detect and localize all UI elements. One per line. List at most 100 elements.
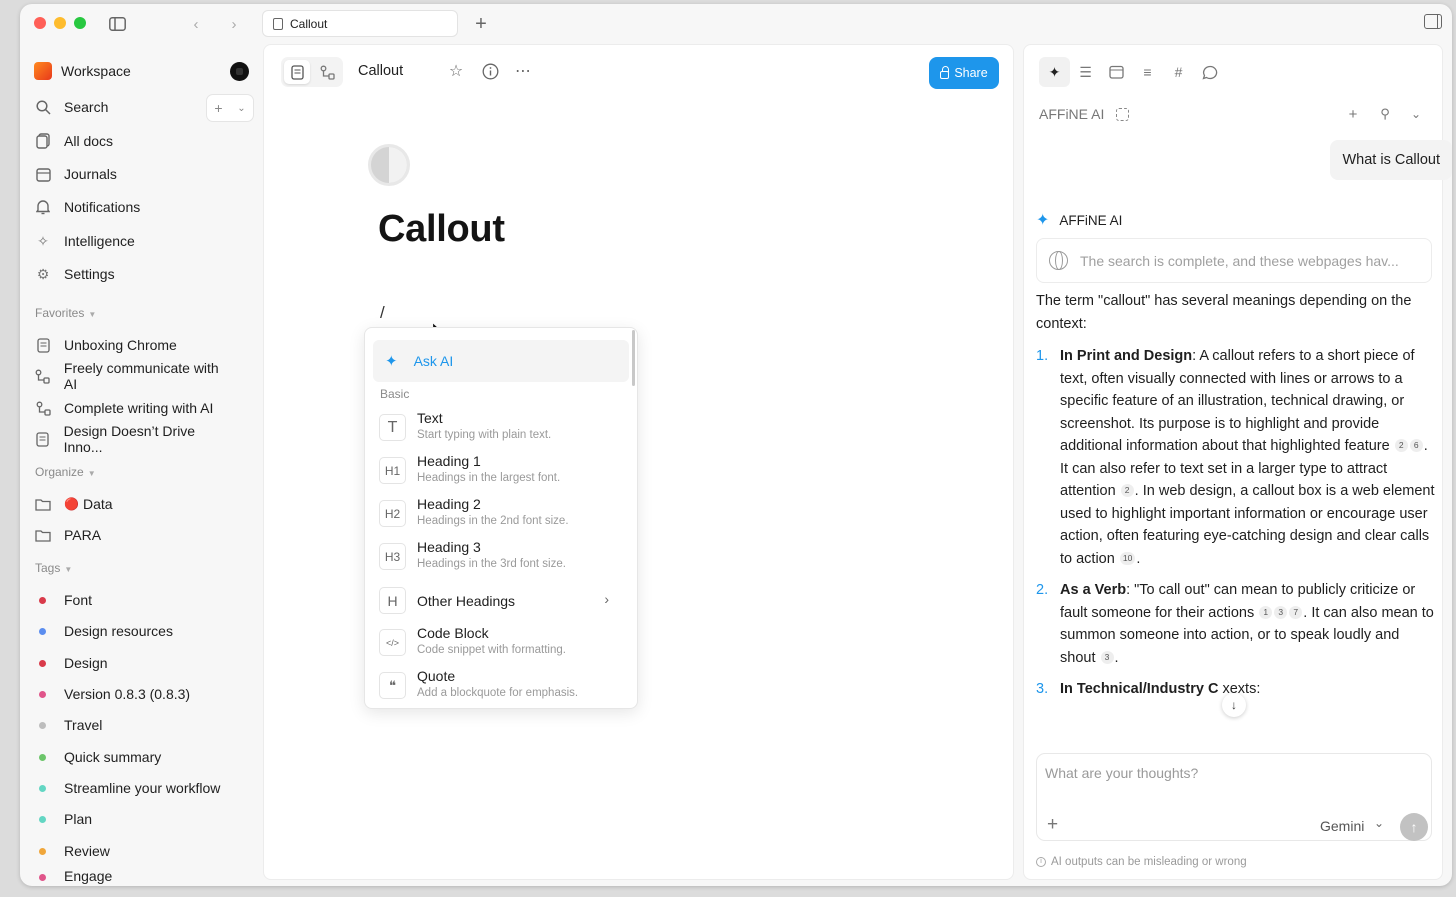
forward-arrow-icon[interactable]: › (223, 13, 245, 35)
menu-item-heading-3[interactable]: H3 Heading 3 Headings in the 3rd font si… (379, 537, 629, 577)
menu-item-code-block[interactable]: </> Code Block Code snippet with formatt… (379, 623, 629, 663)
ai-chat-tab-sparkle-icon[interactable]: ✦ (1039, 57, 1070, 87)
favorite-item[interactable]: Freely communicate with AI (34, 360, 234, 392)
citation-badge[interactable]: 3 (1100, 650, 1114, 664)
send-arrow-icon[interactable]: ↑ (1400, 813, 1428, 841)
star-icon[interactable]: ☆ (445, 60, 467, 82)
citation-badge[interactable]: 1 (1259, 605, 1273, 619)
tag-item[interactable]: Version 0.8.3 (0.8.3) (34, 680, 234, 708)
tag-item[interactable]: Review (34, 837, 234, 865)
tag-item[interactable]: Engage (34, 868, 234, 884)
menu-item-heading-1[interactable]: H1 Heading 1 Headings in the largest fon… (379, 451, 629, 491)
favorite-item[interactable]: Complete writing with AI (34, 394, 234, 422)
page-icon (290, 64, 304, 80)
list-item-text: . (1136, 550, 1141, 567)
comments-tab-chat-bubble-icon[interactable] (1194, 57, 1225, 87)
tag-item[interactable]: Quick summary (34, 743, 234, 771)
web-search-result-toggle[interactable]: The search is complete, and these webpag… (1036, 238, 1432, 283)
menu-item-text[interactable]: T Text Start typing with plain text. (379, 408, 629, 448)
info-icon[interactable] (479, 60, 501, 82)
doc-title[interactable]: Callout (378, 208, 505, 251)
sidebar-toggle-icon[interactable] (106, 13, 128, 35)
tag-item[interactable]: Plan (34, 805, 234, 833)
info-icon: i (1036, 857, 1046, 867)
pin-icon[interactable]: ⚲ (1374, 103, 1396, 125)
right-sidebar-toggle-icon[interactable] (1424, 14, 1442, 29)
citation-badge[interactable]: 6 (1409, 439, 1423, 452)
list-item-text: . In web design, a callout box is a web … (1060, 483, 1435, 567)
organize-section-label[interactable]: Organize ▼ (35, 465, 96, 479)
tags-section-label[interactable]: Tags ▼ (35, 561, 72, 575)
edgeless-icon (320, 65, 335, 80)
title-bar: ‹ › Callout + (20, 4, 1452, 44)
close-window-button[interactable] (34, 17, 46, 29)
sidebar-item-search[interactable]: Search (34, 93, 234, 121)
workspace-switcher[interactable]: Workspace (34, 58, 249, 84)
tag-color-dot (39, 874, 46, 881)
scrollbar[interactable] (632, 330, 635, 386)
favorites-section-label[interactable]: Favorites ▼ (35, 306, 96, 320)
sidebar-item-intelligence[interactable]: ✧ Intelligence (34, 227, 234, 255)
menu-item-quote[interactable]: ❝ Quote Add a blockquote for emphasis. (379, 666, 629, 706)
tag-color-dot (39, 690, 46, 698)
sidebar-item-all-docs[interactable]: All docs (34, 127, 234, 155)
menu-item-ask-ai[interactable]: ✦ Ask AI (373, 340, 629, 382)
favorite-item[interactable]: Unboxing Chrome (34, 331, 234, 359)
folder-item-label: PARA (64, 527, 102, 543)
tag-color-dot (39, 659, 46, 667)
menu-item-other-headings[interactable]: H Other Headings › (379, 581, 629, 621)
tag-item[interactable]: Design resources (34, 617, 234, 645)
chat-input[interactable]: What are your thoughts? (1045, 765, 1198, 781)
edgeless-mode-button[interactable] (314, 60, 340, 84)
editor-input-line[interactable]: / (380, 303, 385, 323)
toc-tab-list-icon[interactable]: ☰ (1070, 57, 1101, 87)
tag-item[interactable]: Streamline your workflow (34, 774, 234, 802)
share-button[interactable]: Share (929, 57, 999, 89)
maximize-window-button[interactable] (74, 17, 86, 29)
journal-tab-calendar-icon[interactable] (1101, 57, 1132, 87)
citation-badge[interactable]: 2 (1394, 439, 1408, 452)
citation-badge[interactable]: 2 (1120, 484, 1134, 497)
folder-item-para[interactable]: PARA (34, 521, 234, 549)
attach-plus-icon[interactable]: + (1047, 814, 1058, 836)
new-doc-button[interactable]: + ⌄ (206, 94, 254, 122)
outline-tab-lines-icon[interactable]: ≡ (1132, 57, 1163, 87)
sidebar-item-journals[interactable]: Journals (34, 160, 234, 188)
tab-title: Callout (290, 16, 328, 31)
frame-tab-hash-icon[interactable]: # (1163, 57, 1194, 87)
assistant-label: ✦ AFFiNE AI (1036, 210, 1122, 230)
tag-item[interactable]: Travel (34, 711, 234, 739)
response-intro: The term "callout" has several meanings … (1036, 293, 1412, 332)
tag-label: Engage (64, 868, 113, 884)
doc-title-breadcrumb[interactable]: Callout (358, 63, 403, 79)
citation-badge[interactable]: 10 (1119, 551, 1136, 565)
sidebar-item-notifications[interactable]: Notifications (34, 193, 234, 221)
tag-item[interactable]: Font (34, 586, 234, 614)
menu-item-desc: Add a blockquote for emphasis. (417, 687, 579, 699)
sidebar-item-settings[interactable]: ⚙ Settings (34, 260, 234, 288)
page-mode-button[interactable] (284, 60, 310, 84)
chevron-down-icon[interactable]: ⌄ (1405, 103, 1427, 125)
more-icon[interactable]: ⋯ (512, 60, 534, 82)
tag-item[interactable]: Design (34, 649, 234, 677)
minimize-window-button[interactable] (54, 17, 66, 29)
menu-item-heading-2[interactable]: H2 Heading 2 Headings in the 2nd font si… (379, 494, 629, 534)
scroll-down-arrow-icon[interactable]: ↓ (1222, 693, 1246, 717)
new-tab-icon[interactable]: + (470, 13, 492, 35)
tab-callout[interactable]: Callout (262, 10, 458, 37)
folder-item-data[interactable]: 🔴 Data (34, 490, 234, 518)
model-selector[interactable]: Gemini (1320, 818, 1364, 834)
chevron-down-icon[interactable]: ⌄ (1374, 816, 1384, 830)
tag-color-dot (39, 596, 46, 604)
citation-badge[interactable]: 7 (1289, 605, 1303, 619)
doc-icon[interactable] (368, 144, 410, 186)
list-number: 3. (1036, 681, 1049, 697)
screenshot-icon[interactable] (1116, 108, 1129, 121)
favorite-item[interactable]: Design Doesn’t Drive Inno... (34, 423, 234, 455)
tags-label-text: Tags (35, 561, 61, 575)
back-arrow-icon[interactable]: ‹ (185, 13, 207, 35)
citation-badge[interactable]: 3 (1274, 605, 1288, 619)
favorite-item-label: Complete writing with AI (64, 400, 214, 416)
new-chat-plus-icon[interactable]: + (1342, 103, 1364, 125)
avatar[interactable] (230, 62, 249, 81)
